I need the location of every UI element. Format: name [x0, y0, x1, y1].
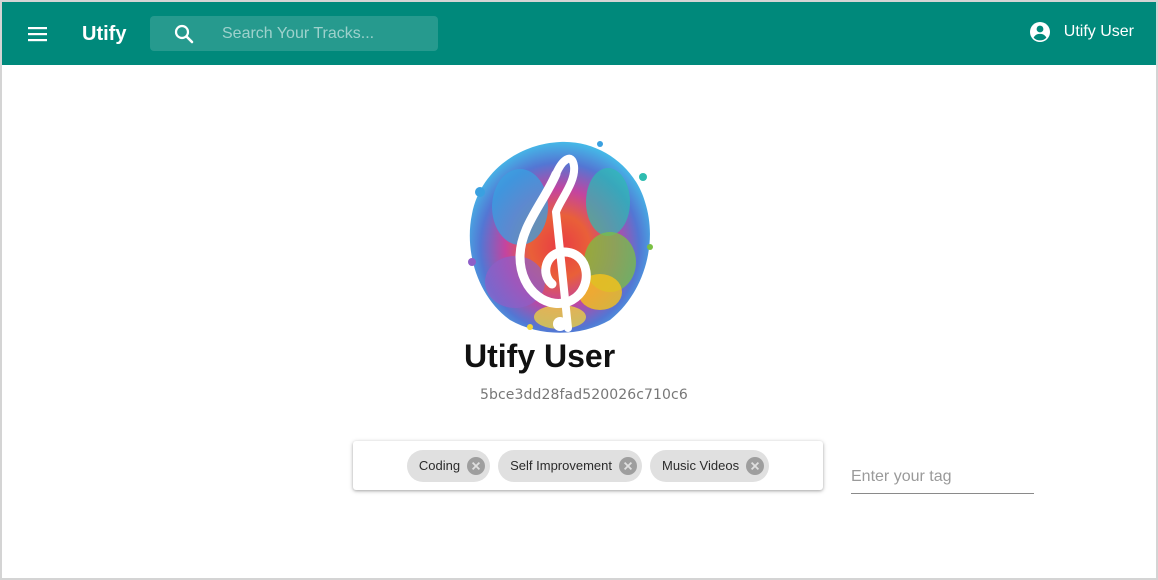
tag-chip-coding[interactable]: Coding — [406, 449, 491, 482]
app-bar: Utify Utify User — [2, 2, 1156, 65]
cancel-icon — [746, 456, 765, 475]
profile-user-id: 5bce3dd28fad520026c710c6 — [480, 387, 688, 403]
tag-chip-list: Coding Self Improvement Music Videos — [353, 441, 823, 490]
search-icon — [174, 24, 194, 44]
cancel-icon — [619, 456, 637, 475]
user-name-label: Utify User — [1063, 23, 1134, 40]
remove-tag-button[interactable] — [618, 456, 638, 476]
account-circle-icon — [1029, 22, 1050, 42]
tag-input[interactable] — [851, 462, 1034, 492]
profile-name: Utify User — [464, 338, 616, 374]
remove-tag-button[interactable] — [466, 456, 486, 476]
tag-chip-label: Music Videos — [662, 458, 740, 473]
tag-input-field — [851, 462, 1034, 494]
search-bar — [150, 16, 438, 51]
tag-chip-music-videos[interactable]: Music Videos — [650, 449, 770, 482]
app-window: Utify Utify User — [0, 0, 1158, 580]
search-input[interactable] — [222, 16, 432, 51]
menu-icon — [28, 27, 47, 42]
tag-chip-label: Self Improvement — [510, 458, 612, 473]
cancel-icon — [467, 456, 486, 475]
user-account-button[interactable]: Utify User — [1028, 20, 1134, 44]
menu-button[interactable] — [22, 18, 54, 50]
tag-chip-self-improvement[interactable]: Self Improvement — [498, 449, 642, 482]
app-title[interactable]: Utify — [82, 22, 126, 46]
remove-tag-button[interactable] — [745, 456, 765, 476]
tag-chip-label: Coding — [418, 458, 461, 473]
treble-clef-splash-logo — [468, 141, 653, 333]
